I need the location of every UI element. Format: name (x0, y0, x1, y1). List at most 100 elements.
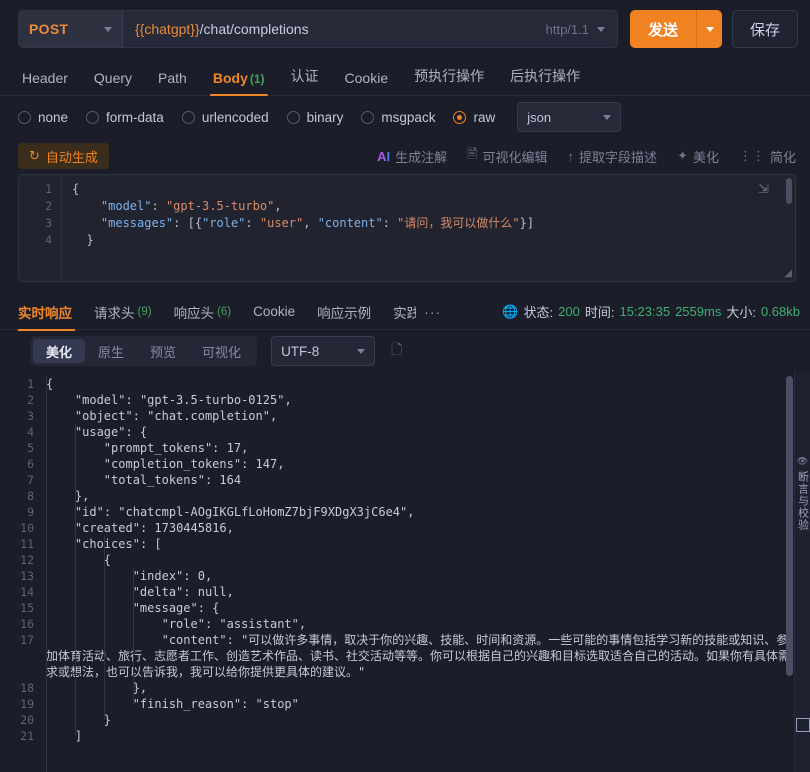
visual-edit-button[interactable]: 🖹 可视化编辑 (467, 145, 547, 167)
simplify-button[interactable]: ⋮⋮ 简化 (739, 147, 796, 166)
encoding-select[interactable]: UTF-8 (271, 336, 376, 366)
request-code-area[interactable]: { "model": "gpt-3.5-turbo", "messages": … (61, 175, 795, 281)
radio-icon (453, 110, 467, 124)
url-input[interactable]: {{chatgpt}}/chat/completions (123, 21, 538, 37)
radio-icon (286, 110, 300, 124)
tab-path[interactable]: Path (145, 70, 200, 95)
panel-divider[interactable] (0, 282, 810, 294)
copy-icon[interactable]: 🗋 (391, 339, 402, 363)
chevron-down-icon (357, 348, 366, 354)
save-button[interactable]: 保存 (732, 10, 798, 48)
request-body-editor[interactable]: 1 2 3 4 { "model": "gpt-3.5-turbo", "mes… (18, 174, 796, 282)
line-number: 2 (45, 199, 52, 213)
line-number: 14 (20, 585, 34, 599)
chevron-down-icon (104, 26, 112, 32)
line-number: 4 (45, 233, 52, 247)
radio-label: binary (306, 109, 344, 125)
tab-realtime-response[interactable]: 实时响应 (18, 294, 83, 331)
send-options-button[interactable] (696, 10, 722, 48)
tab-response-headers[interactable]: 响应头 (6) (163, 294, 243, 330)
layout-grid-icon[interactable] (796, 718, 810, 732)
protocol-select[interactable]: http/1.1 (538, 22, 617, 37)
tab-label: Header (22, 70, 68, 86)
refresh-icon: ↻ (29, 148, 40, 163)
line-number: 13 (20, 569, 34, 583)
segment-visual[interactable]: 可视化 (189, 339, 254, 363)
response-scrollbar[interactable] (786, 376, 793, 768)
line-number: 15 (20, 601, 34, 615)
action-label: 提取字段描述 (579, 149, 658, 165)
body-type-msgpack[interactable]: msgpack (361, 110, 435, 125)
tab-response-example[interactable]: 响应示例 (306, 294, 382, 330)
body-type-raw[interactable]: raw (453, 110, 495, 125)
auto-generate-button[interactable]: ↻ 自动生成 (18, 143, 109, 169)
radio-label: form-data (106, 109, 164, 125)
line-number: 11 (20, 537, 34, 551)
url-shell: POST {{chatgpt}}/chat/completions http/1… (18, 10, 618, 48)
tab-label: Query (93, 70, 133, 86)
response-body-viewer[interactable]: 1 2 3 4 5 6 7 8 9 10 11 12 13 14 15 16 1… (0, 372, 810, 772)
radio-icon (361, 110, 375, 124)
tab-label: Cookie (344, 70, 389, 86)
edit-doc-icon: 🖹 (467, 146, 478, 161)
body-type-none[interactable]: none (18, 110, 68, 125)
globe-icon: 🌐 (502, 303, 519, 319)
tab-count: (6) (217, 305, 232, 318)
tab-label: 预执行操作 (414, 68, 485, 84)
response-line-numbers: 1 2 3 4 5 6 7 8 9 10 11 12 13 14 15 16 1… (0, 372, 44, 772)
line-number: 10 (20, 521, 34, 535)
tab-post-request[interactable]: 后执行操作 (497, 66, 593, 95)
segment-preview[interactable]: 预览 (137, 339, 189, 363)
line-number: 4 (27, 425, 34, 439)
tab-label: 请求头 (94, 305, 135, 321)
tab-pre-request[interactable]: 预执行操作 (401, 66, 497, 95)
beautify-button[interactable]: ✦ 美化 (677, 147, 719, 166)
request-editor-scrollbar[interactable] (786, 178, 792, 278)
send-button[interactable]: 发送 (630, 10, 696, 48)
line-number: 21 (20, 729, 34, 743)
radio-icon (181, 110, 195, 124)
http-method-select[interactable]: POST (19, 11, 123, 47)
chevron-down-icon (603, 114, 612, 120)
tab-label: 实践 (393, 305, 417, 321)
more-tabs-button[interactable]: ··· (416, 304, 449, 320)
response-tabs: 实时响应 请求头 (9) 响应头 (6) Cookie 响应示例 实践 ··· 🌐 … (0, 294, 810, 331)
body-type-urlencoded[interactable]: urlencoded (181, 109, 269, 125)
line-number: 6 (27, 457, 34, 471)
body-format-select[interactable]: json (517, 102, 622, 132)
body-type-row: none form-data urlencoded binary msgpack… (0, 96, 810, 138)
body-type-binary[interactable]: binary (286, 109, 344, 125)
generate-annotation-button[interactable]: AI 生成注解 (377, 147, 447, 166)
body-type-form-data[interactable]: form-data (86, 110, 164, 125)
upload-icon: ↑ (567, 148, 575, 164)
radio-label: none (38, 109, 69, 125)
tab-practice[interactable]: 实践 (382, 294, 416, 330)
url-path: /chat/completions (199, 21, 309, 37)
time-value: 15:23:35 (619, 304, 671, 319)
line-number: 18 (20, 681, 34, 695)
resize-grip-icon[interactable]: ◢ (784, 268, 792, 279)
right-rail[interactable]: 👁 断言与校验 (794, 372, 810, 772)
tab-body[interactable]: Body (1) (200, 70, 278, 96)
tab-header[interactable]: Header (18, 70, 81, 95)
segment-raw[interactable]: 原生 (85, 339, 137, 363)
tab-auth[interactable]: 认证 (278, 66, 332, 95)
time-label: 时间: (584, 305, 615, 320)
tab-query[interactable]: Query (81, 70, 145, 95)
body-format-value: json (527, 109, 552, 125)
tab-request-headers[interactable]: 请求头 (9) (83, 294, 163, 330)
segment-beautify[interactable]: 美化 (33, 339, 86, 363)
line-number: 3 (27, 409, 34, 423)
tab-count: (9) (137, 305, 152, 318)
tab-cookie[interactable]: Cookie (242, 294, 306, 330)
radio-label: raw (473, 109, 496, 125)
tab-cookie[interactable]: Cookie (332, 70, 402, 95)
radio-label: urlencoded (201, 109, 269, 125)
tab-label: 响应示例 (317, 305, 372, 321)
action-label: 可视化编辑 (482, 149, 548, 165)
extract-field-desc-button[interactable]: ↑ 提取字段描述 (568, 147, 658, 166)
expand-editor-icon[interactable]: ⇲ (758, 181, 769, 197)
line-number: 5 (27, 441, 34, 455)
response-code-area[interactable]: { "model": "gpt-3.5-turbo-0125", "object… (44, 372, 810, 772)
eye-icon[interactable]: 👁 (797, 456, 808, 467)
